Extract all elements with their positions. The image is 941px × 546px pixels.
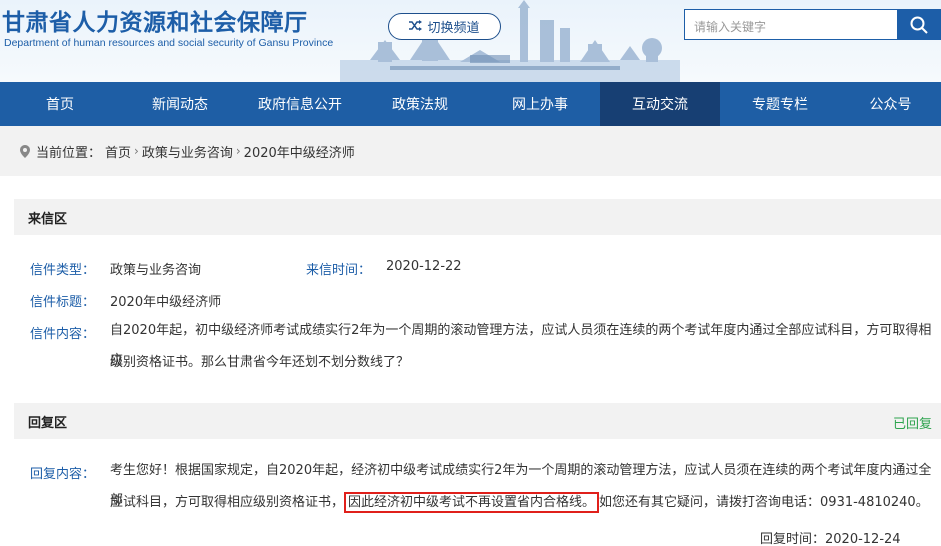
location-pin-icon	[20, 144, 30, 158]
reply-line2-start: 应试科目，方可取得相应级别资格证书，	[110, 495, 345, 510]
site-header: 甘肃省人力资源和社会保障厅 Department of human resour…	[0, 0, 941, 82]
reply-time: 回复时间：2020-12-24	[760, 532, 901, 546]
breadcrumb-current: 2020年中级经济师	[243, 145, 355, 161]
letter-content-line2: 级别资格证书。那么甘肃省今年还划不划分数线了？	[110, 355, 410, 370]
nav-online-service[interactable]: 网上办事	[480, 82, 600, 126]
nav-interaction[interactable]: 互动交流	[600, 82, 720, 126]
reply-line2-end: 如您还有其它疑问，请拨打咨询电话：0931-4810240。	[599, 495, 929, 510]
letter-type-value: 政策与业务咨询	[110, 263, 202, 278]
chevron-right-icon: ›	[235, 144, 241, 158]
switch-channel-button[interactable]: 切换频道	[388, 13, 501, 40]
reply-content-label: 回复内容：	[30, 467, 96, 482]
letter-subject-value: 2020年中级经济师	[110, 295, 222, 310]
letter-content-label: 信件内容：	[30, 327, 96, 342]
nav-gov-info[interactable]: 政府信息公开	[240, 82, 360, 126]
letter-type-label: 信件类型：	[30, 263, 96, 278]
breadcrumb: 当前位置： 首页 › 政策与业务咨询 › 2020年中级经济师	[0, 126, 941, 176]
search-button[interactable]	[897, 9, 941, 40]
search-input[interactable]: 请输入关键字	[684, 9, 898, 40]
letter-subject-label: 信件标题：	[30, 295, 96, 310]
highlighted-reply-text: 因此经济初中级考试不再设置省内合格线。	[344, 492, 600, 513]
nav-home[interactable]: 首页	[0, 82, 120, 126]
letter-section-header: 来信区	[14, 199, 941, 235]
site-subtitle: Department of human resources and social…	[4, 37, 334, 49]
search-icon	[910, 16, 928, 34]
nav-public-account[interactable]: 公众号	[840, 82, 941, 126]
reply-content-line2: 应试科目，方可取得相应级别资格证书， 因此经济初中级考试不再设置省内合格线。 如您还…	[110, 488, 940, 518]
letter-section-title: 来信区	[28, 211, 68, 227]
breadcrumb-category[interactable]: 政策与业务咨询	[142, 142, 233, 161]
nav-news[interactable]: 新闻动态	[120, 82, 240, 126]
site-title[interactable]: 甘肃省人力资源和社会保障厅	[2, 3, 308, 37]
nav-special[interactable]: 专题专栏	[720, 82, 840, 126]
replied-status-badge: 已回复	[892, 417, 932, 432]
shuffle-icon	[409, 19, 423, 34]
letter-time-value: 2020-12-22	[386, 259, 462, 274]
reply-section-title: 回复区	[28, 415, 68, 431]
switch-channel-label: 切换频道	[427, 21, 480, 36]
breadcrumb-home[interactable]: 首页	[105, 142, 131, 161]
skyline-illustration	[340, 0, 680, 82]
letter-time-label: 来信时间：	[306, 263, 372, 278]
nav-policy[interactable]: 政策法规	[360, 82, 480, 126]
chevron-right-icon: ›	[134, 144, 139, 158]
main-nav: 首页 新闻动态 政府信息公开 政策法规 网上办事 互动交流 专题专栏 公众号	[0, 82, 941, 126]
breadcrumb-label: 当前位置：	[36, 145, 102, 161]
reply-section-header: 回复区 已回复	[14, 403, 941, 439]
